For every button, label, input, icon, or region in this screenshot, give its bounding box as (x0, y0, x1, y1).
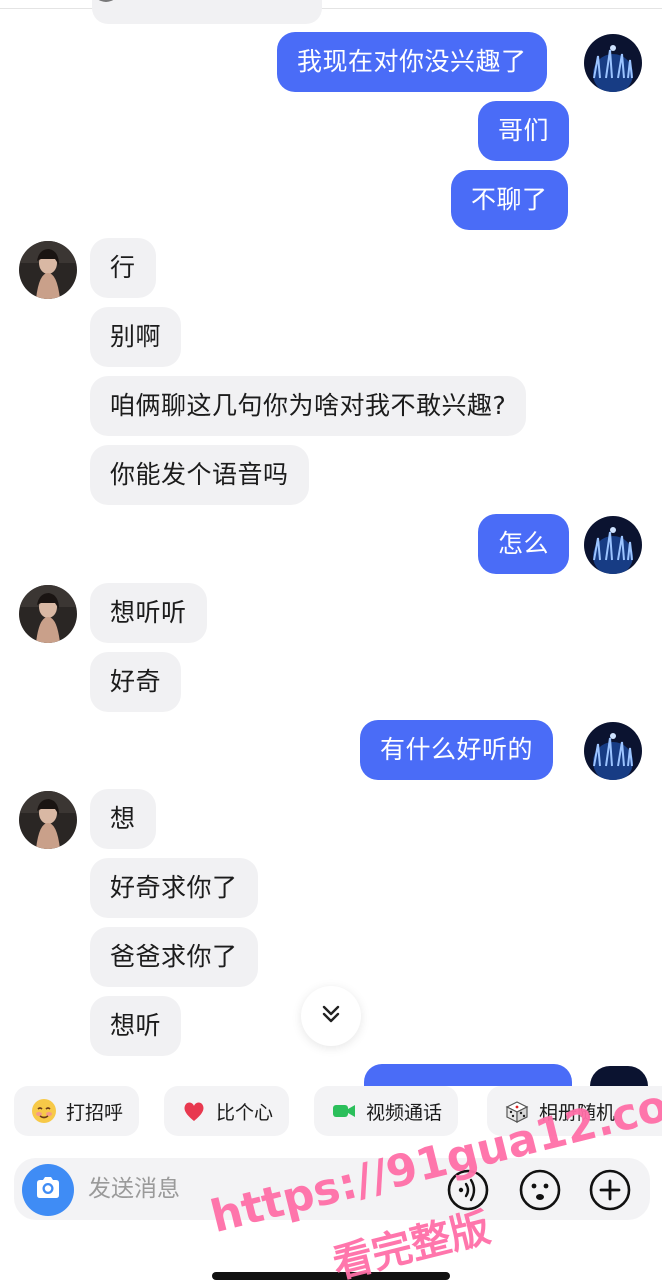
video-camera-icon (330, 1097, 358, 1125)
my-avatar[interactable] (584, 34, 642, 92)
partial-message-bubble (92, 0, 322, 24)
quick-action-random-album[interactable]: 相册随机 (487, 1086, 662, 1136)
message-bubble-outgoing[interactable]: 哥们 (478, 101, 570, 161)
contact-avatar[interactable] (19, 791, 77, 849)
message-bubble-incoming[interactable]: 想 (90, 789, 156, 849)
quick-action-label: 比个心 (216, 1101, 274, 1124)
more-button[interactable] (588, 1168, 632, 1212)
message-bubble-incoming[interactable]: 你能发个语音吗 (90, 445, 309, 505)
quick-action-label: 相册随机 (539, 1101, 616, 1124)
message-bubble-incoming[interactable]: 咱俩聊这几句你为啥对我不敢兴趣? (90, 376, 527, 436)
message-bubble-incoming[interactable]: 想听 (90, 996, 182, 1056)
my-avatar[interactable] (584, 516, 642, 574)
emoji-face-icon (518, 1168, 562, 1212)
my-avatar[interactable] (584, 722, 642, 780)
home-indicator (212, 1272, 450, 1280)
quick-action-label: 打招呼 (66, 1101, 124, 1124)
contact-avatar[interactable] (19, 241, 77, 299)
double-chevron-down-icon (318, 1001, 344, 1031)
message-bubble-outgoing[interactable]: 怎么 (478, 514, 570, 574)
emoji-button[interactable] (518, 1168, 562, 1212)
heart-icon (180, 1097, 208, 1125)
dice-icon (503, 1097, 531, 1125)
quick-action-video-call[interactable]: 视频通话 (314, 1086, 459, 1136)
message-bubble-incoming[interactable]: 好奇求你了 (90, 858, 258, 918)
message-input[interactable]: 发送消息 (88, 1158, 180, 1220)
message-bubble-incoming[interactable]: 爸爸求你了 (90, 927, 258, 987)
voice-wave-icon (446, 1168, 490, 1212)
quick-actions-bar: 打招呼 比个心 视频通话 相册随机 (0, 1086, 662, 1140)
message-bubble-outgoing[interactable]: 不聊了 (451, 170, 568, 230)
plus-circle-icon (588, 1168, 632, 1212)
message-bubble-outgoing[interactable]: 有什么好听的 (360, 720, 554, 780)
voice-button[interactable] (446, 1168, 490, 1212)
smile-emoji-icon (30, 1097, 58, 1125)
camera-button[interactable] (22, 1164, 74, 1216)
camera-icon (32, 1172, 64, 1208)
scroll-to-bottom-button[interactable] (301, 986, 361, 1046)
contact-avatar[interactable] (19, 585, 77, 643)
message-bubble-incoming[interactable]: 好奇 (90, 652, 182, 712)
message-bubble-incoming[interactable]: 想听听 (90, 583, 207, 643)
quick-action-greet[interactable]: 打招呼 (14, 1086, 140, 1136)
quick-action-heart[interactable]: 比个心 (164, 1086, 290, 1136)
message-input-bar: 发送消息 (14, 1158, 650, 1220)
message-bubble-incoming[interactable]: 行 (90, 238, 156, 298)
message-bubble-incoming[interactable]: 别啊 (90, 307, 182, 367)
partial-message-bubble-outgoing (364, 1064, 572, 1086)
partial-my-avatar (590, 1066, 648, 1086)
quick-action-label: 视频通话 (366, 1101, 443, 1124)
message-bubble-outgoing[interactable]: 我现在对你没兴趣了 (277, 32, 547, 92)
